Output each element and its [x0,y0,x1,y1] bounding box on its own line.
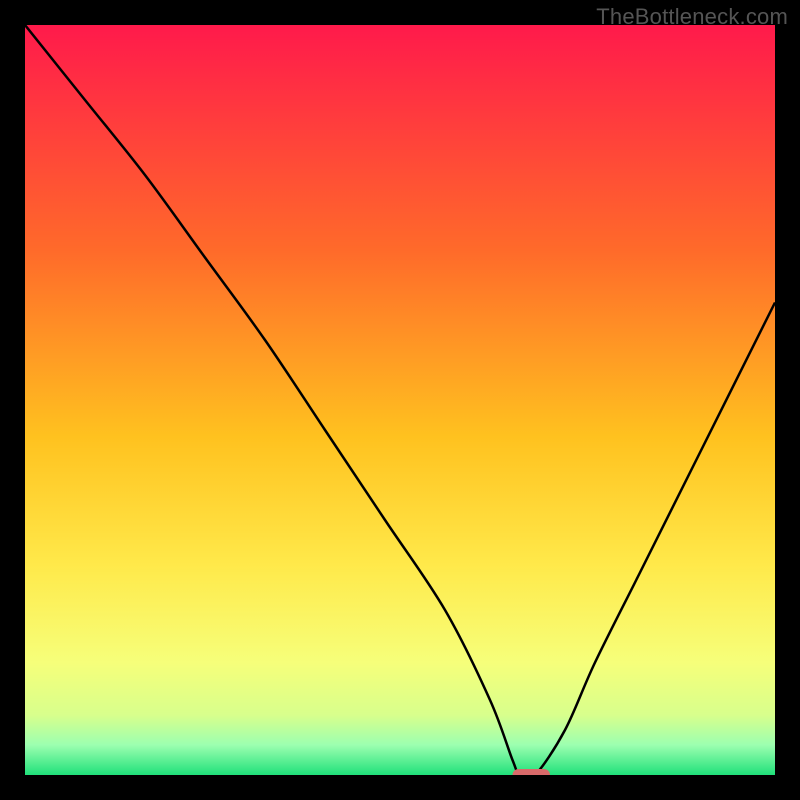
gradient-background [25,25,775,775]
watermark-text: TheBottleneck.com [596,4,788,30]
optimal-marker [513,769,551,775]
plot-area [25,25,775,775]
bottleneck-chart [25,25,775,775]
chart-frame: TheBottleneck.com [0,0,800,800]
